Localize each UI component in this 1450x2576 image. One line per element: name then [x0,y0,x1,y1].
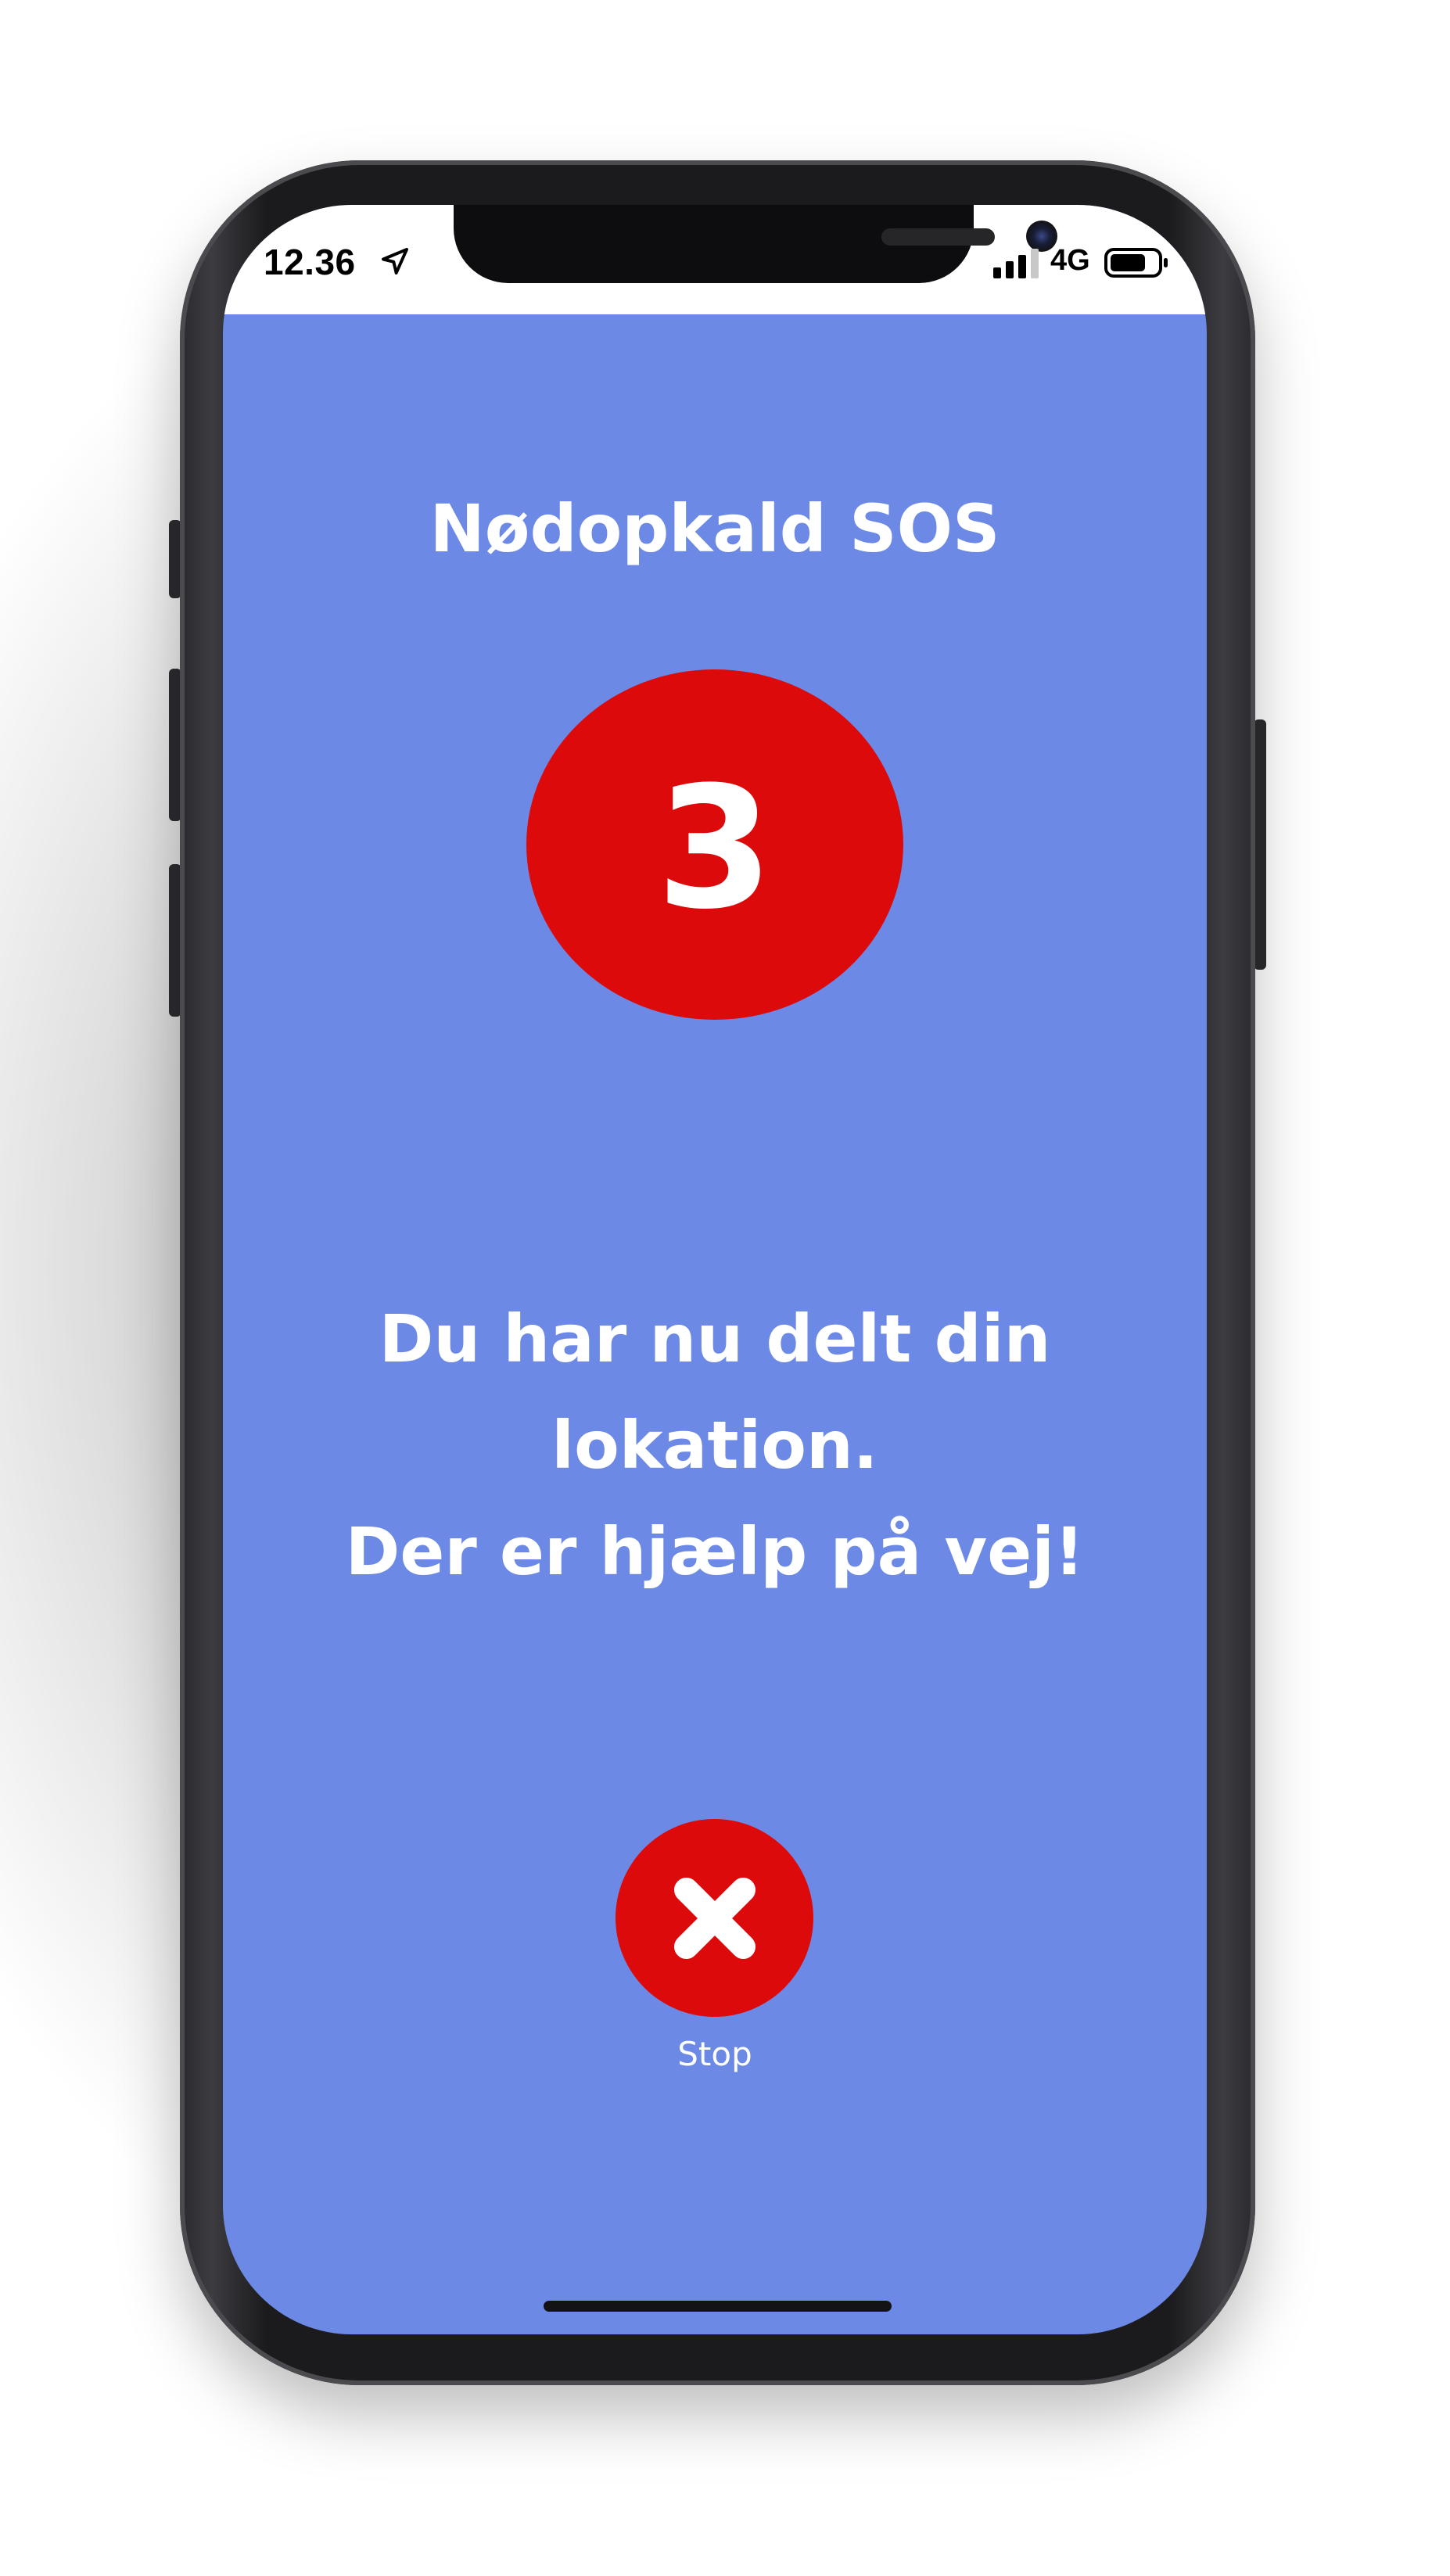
message-line-1: Du har nu delt din lokation. [379,1301,1051,1484]
page-title: Nødopkald SOS [429,490,1000,567]
battery-icon [1104,248,1168,278]
power-button [1254,719,1266,970]
home-indicator[interactable] [544,2301,892,2312]
notch [454,205,1057,283]
message-line-2: Der er hjælp på vej! [345,1513,1085,1590]
status-bar: 12.36 4G [223,205,1207,314]
countdown-circle: 3 [526,669,903,1020]
stop-button[interactable] [616,1819,813,2017]
phone-screen: 12.36 4G Nødopkald SOS 3 Du har nu delt … [223,205,1207,2334]
status-time: 12.36 [264,242,356,282]
stop-label: Stop [677,2035,752,2073]
countdown-number: 3 [656,749,773,946]
status-message: Du har nu delt din lokation. Der er hjæl… [223,1286,1207,1605]
cellular-signal-icon [993,249,1039,278]
location-arrow-icon [382,248,408,274]
network-type: 4G [1050,244,1090,277]
close-icon [673,1877,756,1959]
speaker-grille [881,228,995,246]
